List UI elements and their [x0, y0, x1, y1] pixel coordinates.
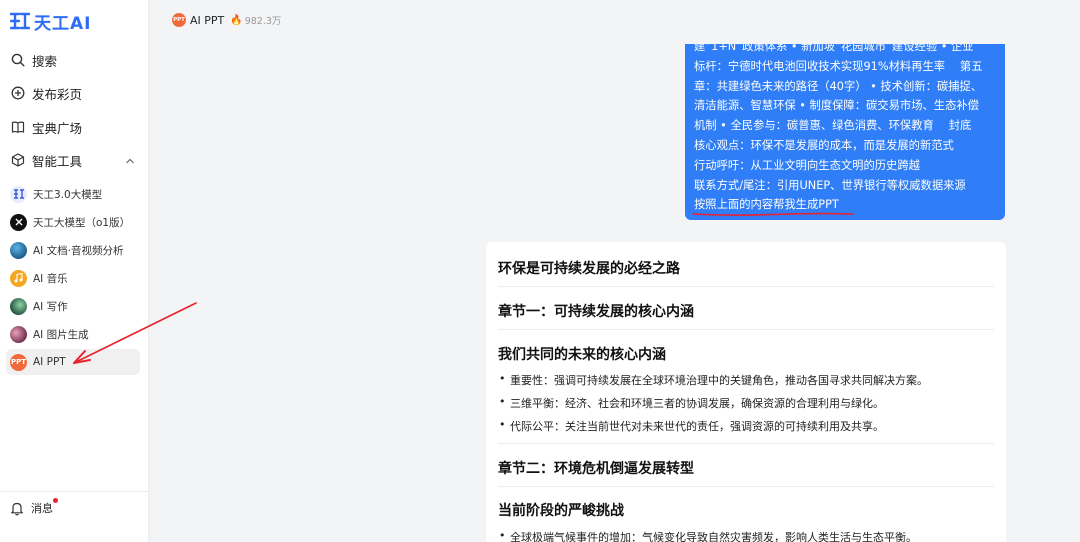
messages-button[interactable]: 消息 [10, 498, 58, 516]
book-icon [10, 119, 26, 135]
search-icon [10, 52, 26, 68]
subsection-heading: 当前阶段的严峻挑战 [498, 503, 624, 519]
sidebar-item-label: 智能工具 [32, 153, 83, 169]
sidebar-item-publish[interactable]: 发布彩页 [0, 78, 149, 108]
user-message-line: 章：共建绿色未来的路径（40字） • 技术创新：碳捕捉、 [694, 79, 983, 93]
skywork-o1-avatar [10, 213, 27, 231]
tool-item-music[interactable]: AI 音乐 [6, 265, 140, 291]
user-message-line: 清洁能源、智慧环保 • 制度保障：碳交易市场、生态补偿 [694, 99, 979, 113]
list-item: 代际公平：关注当前世代对未来世代的责任，强调资源的可持续利用及共享。 [499, 418, 884, 434]
ppt-badge-icon: PPT [172, 13, 186, 27]
annotation-arrow-icon [73, 302, 197, 364]
music-avatar [10, 269, 27, 287]
tool-item-label: 天工3.0大模型 [33, 188, 103, 201]
list-item: 三维平衡：经济、社会和环境三者的协调发展，确保资源的合理利用与绿化。 [499, 395, 884, 411]
user-message-line: 机制 • 全民参与：碳普惠、绿色消费、环保教育 封底 [694, 119, 972, 133]
fire-icon: 🔥 [230, 14, 243, 26]
answer-title: 环保是可持续发展的必经之路 [498, 261, 680, 277]
sidebar-item-tools[interactable]: 智能工具 [0, 145, 149, 175]
unread-dot [53, 498, 58, 503]
tool-item-skywork-3[interactable]: 天工3.0大模型 [6, 181, 140, 207]
tool-item-doc-analysis[interactable]: AI 文档·音视频分析 [6, 237, 140, 263]
divider [498, 286, 994, 287]
ppt-avatar: PPT [10, 353, 27, 371]
annotation-underline [692, 212, 854, 216]
messages-label: 消息 [31, 502, 53, 515]
sidebar-item-search[interactable]: 搜索 [0, 45, 149, 75]
logo-text: 天工AI [34, 13, 92, 34]
hot-count: 982.3万 [244, 16, 282, 27]
sidebar-item-library[interactable]: 宝典广场 [0, 112, 149, 142]
bell-icon [10, 501, 24, 516]
user-message-line: 建“1+N”政策体系 • 新加坡“花园城市”建设经验 • 企业 [694, 44, 974, 53]
divider [498, 443, 994, 444]
subsection-heading: 我们共同的未来的核心内涵 [498, 347, 666, 363]
doc-analysis-avatar [10, 241, 27, 259]
tool-item-label: 天工大模型（o1版） [33, 216, 131, 229]
tool-item-label: AI 文档·音视频分析 [33, 244, 124, 257]
user-message-line: 核心观点：环保不是发展的成本，而是发展的新范式 [694, 138, 954, 152]
section-heading: 章节一：可持续发展的核心内涵 [498, 304, 694, 320]
divider [498, 329, 994, 330]
cube-icon [10, 152, 26, 168]
skywork-3-avatar [10, 185, 27, 203]
image-gen-avatar [10, 325, 27, 343]
logo[interactable]: 天工AI [9, 10, 92, 34]
ai-answer-card: 环保是可持续发展的必经之路 章节一：可持续发展的核心内涵 我们共同的未来的核心内… [486, 242, 1006, 542]
skywork-logo-icon [9, 12, 31, 30]
list-item: 重要性：强调可持续发展在全球环境治理中的关键角色，推动各国寻求共同解决方案。 [499, 372, 928, 388]
sidebar-divider [0, 491, 149, 492]
list-item: 全球极端气候事件的增加：气候变化导致自然灾害频发，影响人类生活与生态平衡。 [499, 529, 917, 542]
user-message-line: 行动呼吁：从工业文明向生态文明的历史跨越 [694, 158, 920, 172]
sidebar-item-label: 发布彩页 [32, 86, 83, 102]
user-message-text: 建“1+N”政策体系 • 新加坡“花园城市”建设经验 • 企业 标杆：宁德时代电… [694, 44, 995, 215]
user-message-bubble: 建“1+N”政策体系 • 新加坡“花园城市”建设经验 • 企业 标杆：宁德时代电… [685, 44, 1005, 220]
divider [498, 486, 994, 487]
sidebar-item-label: 宝典广场 [32, 120, 83, 136]
plus-circle-icon [10, 85, 26, 101]
section-heading: 章节二：环境危机倒逼发展转型 [498, 461, 694, 477]
chevron-up-icon[interactable] [125, 154, 135, 169]
sidebar-item-label: 搜索 [32, 53, 58, 69]
user-message-line: 联系方式/尾注：引用UNEP、世界银行等权威数据来源 [694, 178, 966, 192]
tool-item-skywork-o1[interactable]: 天工大模型（o1版） [6, 209, 140, 235]
writing-avatar [10, 297, 27, 315]
page-title: AI PPT [190, 13, 225, 27]
tool-item-label: AI 音乐 [33, 272, 68, 285]
user-message-line: 标杆：宁德时代电池回收技术实现91%材料再生率 第五 [694, 59, 983, 73]
sidebar: 天工AI 搜索 发布彩页 宝典广场 智能工具 天工3.0大模型 天工大模型（o1… [0, 0, 149, 542]
page-header: PPT AI PPT 🔥 982.3万 [172, 13, 281, 27]
